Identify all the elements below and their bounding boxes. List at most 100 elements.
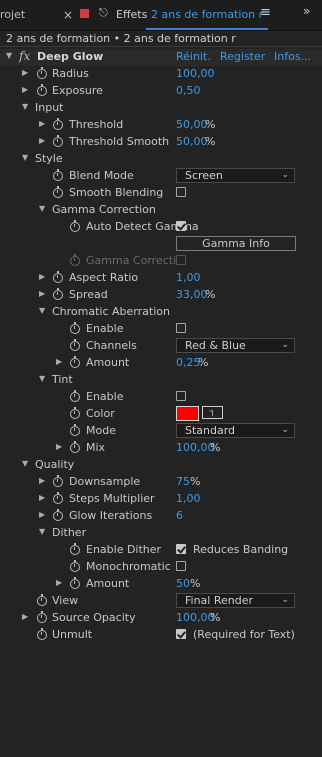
register-link[interactable]: Register — [220, 50, 265, 63]
more-tabs-icon[interactable]: » — [303, 4, 310, 18]
collapse-arrow-icon[interactable]: ▶ — [22, 68, 28, 77]
info-link[interactable]: Infos... — [274, 50, 311, 63]
stopwatch-icon[interactable] — [70, 560, 80, 572]
stopwatch-icon[interactable] — [37, 594, 47, 606]
mix-value[interactable]: 100,00 — [176, 441, 215, 454]
group-style[interactable]: ▼ Style — [0, 151, 322, 168]
stopwatch-icon[interactable] — [53, 118, 63, 130]
stopwatch-icon[interactable] — [53, 509, 63, 521]
source-opacity-value[interactable]: 100,00 — [176, 611, 215, 624]
stopwatch-icon[interactable] — [53, 169, 63, 181]
auto-detect-gamma-checkbox[interactable] — [176, 221, 186, 231]
param-label: Amount — [86, 577, 130, 590]
dither-amount-value[interactable]: 50 — [176, 577, 190, 590]
close-icon[interactable]: × — [63, 8, 73, 22]
expand-arrow-icon[interactable]: ▼ — [39, 204, 45, 213]
collapse-arrow-icon[interactable]: ▶ — [22, 85, 28, 94]
monochromatic-checkbox[interactable] — [176, 561, 186, 571]
effect-header-deep-glow[interactable]: ▼ fx Deep Glow Réinit. Register Infos... — [0, 49, 322, 66]
stopwatch-icon[interactable] — [70, 356, 80, 368]
stopwatch-icon[interactable] — [70, 322, 80, 334]
stopwatch-icon[interactable] — [53, 271, 63, 283]
gamma-info-button[interactable]: Gamma Info — [176, 236, 296, 251]
panel-menu-icon[interactable]: ≡ — [260, 5, 271, 20]
group-input[interactable]: ▼ Input — [0, 100, 322, 117]
stopwatch-icon[interactable] — [70, 577, 80, 589]
threshold-smooth-value[interactable]: 50,00 — [176, 135, 208, 148]
eyedropper-icon[interactable]: ┐ — [202, 406, 223, 419]
collapse-arrow-icon[interactable]: ▶ — [39, 476, 45, 485]
radius-value[interactable]: 100,00 — [176, 67, 215, 80]
stopwatch-icon[interactable] — [53, 135, 63, 147]
stopwatch-icon[interactable] — [70, 220, 80, 232]
expand-arrow-icon[interactable]: ▼ — [39, 306, 45, 315]
param-label: Unmult — [52, 628, 93, 641]
lock-icon[interactable]: ⎋ — [99, 6, 108, 20]
collapse-arrow-icon[interactable]: ▶ — [39, 119, 45, 128]
collapse-arrow-icon[interactable]: ▶ — [39, 493, 45, 502]
blend-mode-dropdown[interactable]: Screen ⌄ — [176, 168, 295, 183]
collapse-arrow-icon[interactable]: ▶ — [56, 442, 62, 451]
group-chromatic-aberration[interactable]: ▼ Chromatic Aberration — [0, 304, 322, 321]
group-gamma-correction[interactable]: ▼ Gamma Correction — [0, 202, 322, 219]
reset-link[interactable]: Réinit. — [176, 50, 211, 63]
stopwatch-icon[interactable] — [70, 339, 80, 351]
collapse-arrow-icon[interactable]: ▶ — [39, 510, 45, 519]
group-tint[interactable]: ▼ Tint — [0, 372, 322, 389]
stopwatch-icon[interactable] — [70, 407, 80, 419]
expand-arrow-icon[interactable]: ▼ — [22, 459, 28, 468]
tab-project[interactable]: rojet — [0, 8, 25, 21]
collapse-arrow-icon[interactable]: ▶ — [39, 272, 45, 281]
enable-dither-checkbox[interactable] — [176, 544, 186, 554]
fx-toggle-icon[interactable]: fx — [19, 49, 30, 63]
stopwatch-icon[interactable] — [37, 67, 47, 79]
expand-arrow-icon[interactable]: ▼ — [6, 51, 12, 60]
exposure-value[interactable]: 0,50 — [176, 84, 201, 97]
stopwatch-icon[interactable] — [53, 288, 63, 300]
param-ca-enable: Enable — [0, 321, 322, 338]
smooth-blending-checkbox[interactable] — [176, 187, 186, 197]
ca-amount-value[interactable]: 0,25 — [176, 356, 201, 369]
channels-dropdown[interactable]: Red & Blue ⌄ — [176, 338, 295, 353]
stopwatch-icon[interactable] — [70, 424, 80, 436]
mode-dropdown[interactable]: Standard ⌄ — [176, 423, 295, 438]
downsample-value[interactable]: 75 — [176, 475, 190, 488]
stopwatch-icon[interactable] — [70, 543, 80, 555]
view-dropdown[interactable]: Final Render ⌄ — [176, 593, 295, 608]
unmult-checkbox[interactable] — [176, 629, 186, 639]
stopwatch-icon[interactable] — [70, 441, 80, 453]
collapse-arrow-icon[interactable]: ▶ — [22, 612, 28, 621]
expand-arrow-icon[interactable]: ▼ — [39, 527, 45, 536]
threshold-value[interactable]: 50,00 — [176, 118, 208, 131]
collapse-arrow-icon[interactable]: ▶ — [39, 136, 45, 145]
stopwatch-icon[interactable] — [53, 492, 63, 504]
glow-iterations-value[interactable]: 6 — [176, 509, 183, 522]
expand-arrow-icon[interactable]: ▼ — [22, 153, 28, 162]
breadcrumb: 2 ans de formation • 2 ans de formation … — [6, 32, 236, 45]
tab-comp-selector[interactable]: 2 ans de formation r — [151, 8, 263, 21]
tab-effects[interactable]: Effets — [116, 8, 147, 21]
expand-arrow-icon[interactable]: ▼ — [39, 374, 45, 383]
stopwatch-icon[interactable] — [53, 186, 63, 198]
group-quality[interactable]: ▼ Quality — [0, 457, 322, 474]
stopwatch-icon[interactable] — [53, 475, 63, 487]
ca-enable-checkbox[interactable] — [176, 323, 186, 333]
param-label: Monochromatic — [86, 560, 171, 573]
collapse-arrow-icon[interactable]: ▶ — [39, 289, 45, 298]
stopwatch-icon[interactable] — [37, 628, 47, 640]
unit: % — [190, 577, 201, 590]
stopwatch-icon[interactable] — [37, 611, 47, 623]
stopwatch-icon[interactable] — [37, 84, 47, 96]
color-swatch[interactable] — [176, 406, 199, 421]
expand-arrow-icon[interactable]: ▼ — [22, 102, 28, 111]
tint-enable-checkbox[interactable] — [176, 391, 186, 401]
group-dither[interactable]: ▼ Dither — [0, 525, 322, 542]
collapse-arrow-icon[interactable]: ▶ — [56, 357, 62, 366]
checkbox-note: (Required for Text) — [193, 628, 295, 641]
collapse-arrow-icon[interactable]: ▶ — [56, 578, 62, 587]
aspect-ratio-value[interactable]: 1,00 — [176, 271, 201, 284]
dropdown-value: Standard — [185, 424, 236, 437]
steps-multiplier-value[interactable]: 1,00 — [176, 492, 201, 505]
spread-value[interactable]: 33,00 — [176, 288, 208, 301]
stopwatch-icon[interactable] — [70, 390, 80, 402]
